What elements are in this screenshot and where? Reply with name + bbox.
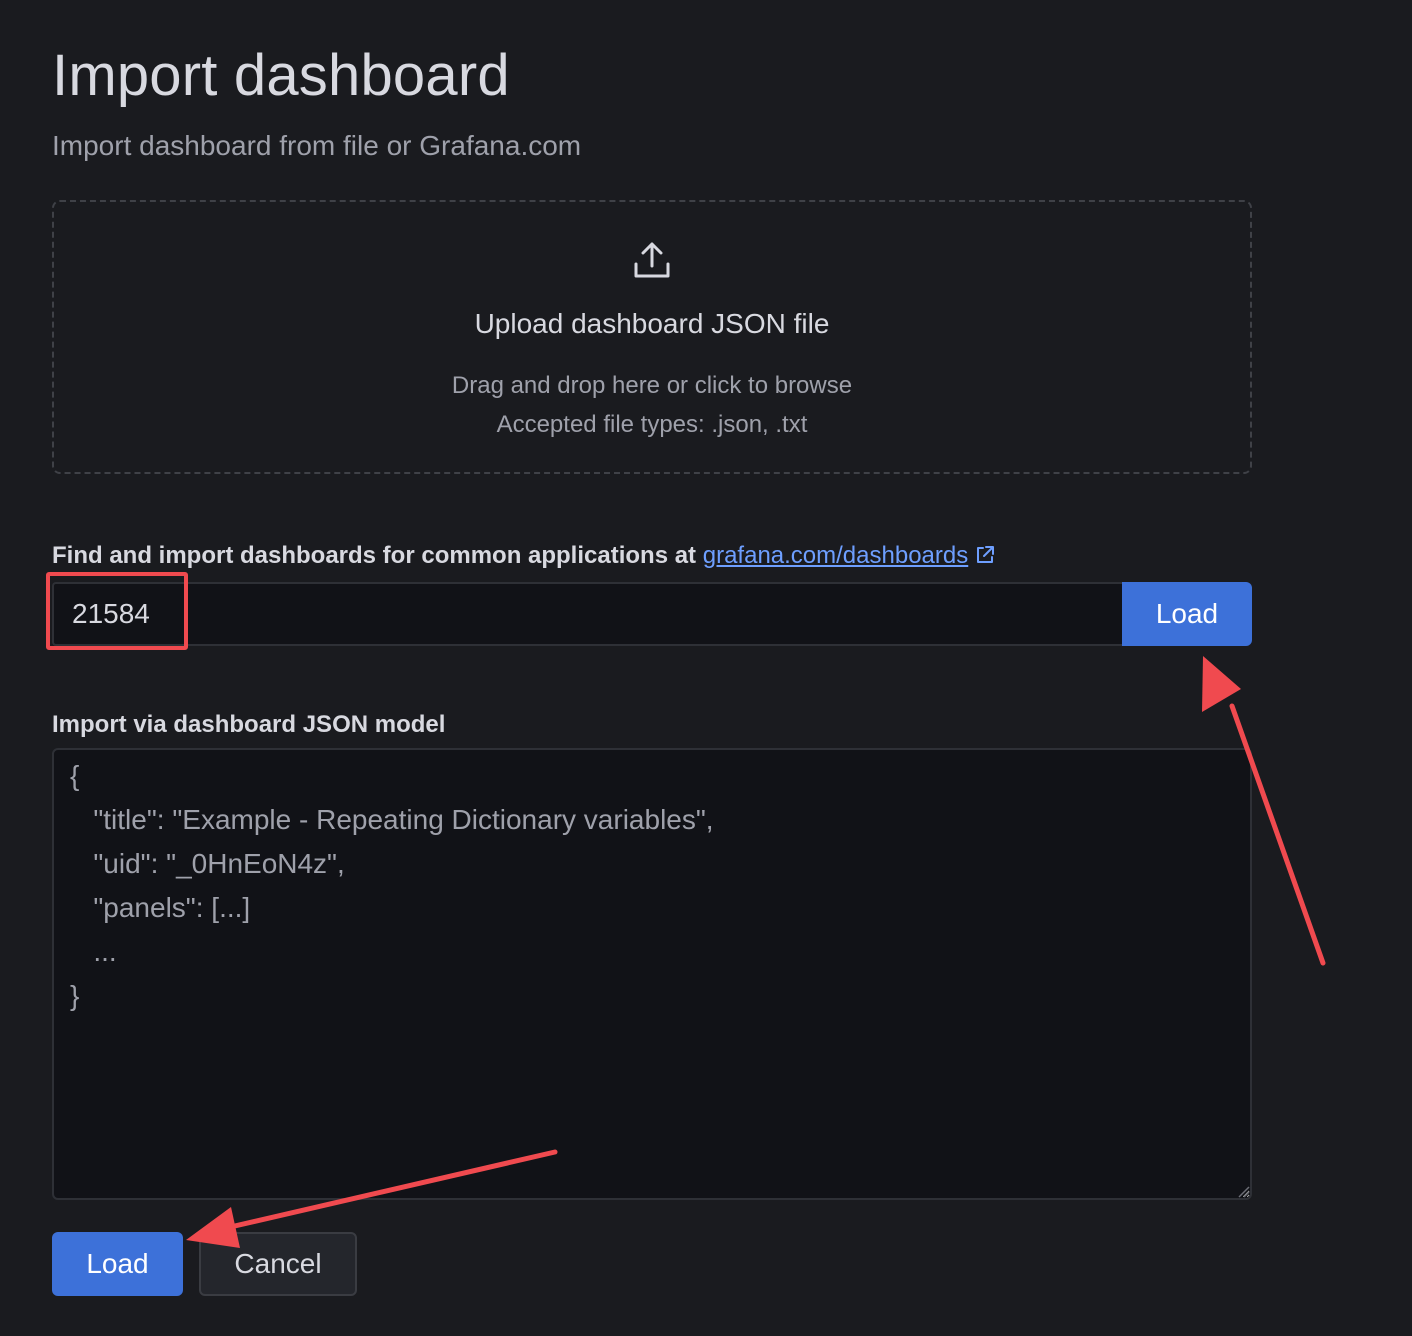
upload-icon	[634, 242, 670, 278]
grafana-id-row: Load	[52, 582, 1252, 646]
cancel-button[interactable]: Cancel	[199, 1232, 357, 1296]
external-link-icon	[977, 546, 995, 563]
load-id-button[interactable]: Load	[1122, 582, 1252, 646]
load-json-button[interactable]: Load	[52, 1232, 183, 1296]
upload-hint: Drag and drop here or click to browse Ac…	[452, 366, 852, 444]
page-subtitle: Import dashboard from file or Grafana.co…	[52, 130, 582, 161]
grafana-dashboards-link-text: grafana.com/dashboards	[702, 542, 969, 569]
upload-hint-file-types: Accepted file types: .json, .txt	[496, 411, 808, 438]
grafana-com-label: Find and import dashboards for common ap…	[52, 540, 996, 572]
page-title: Import dashboard	[52, 43, 510, 108]
import-dashboard-page: Import dashboard Import dashboard from f…	[0, 0, 1412, 1336]
grafana-dashboards-link[interactable]: grafana.com/dashboards	[703, 542, 997, 569]
grafana-com-label-text: Find and import dashboards for common ap…	[52, 542, 697, 569]
resize-handle-icon[interactable]	[1236, 1184, 1250, 1198]
grafana-id-input[interactable]	[52, 582, 1122, 646]
upload-dropzone[interactable]: Upload dashboard JSON file Drag and drop…	[52, 200, 1252, 474]
upload-title: Upload dashboard JSON file	[474, 308, 830, 339]
upload-hint-browse: Drag and drop here or click to browse	[451, 372, 853, 399]
json-model-label: Import via dashboard JSON model	[52, 711, 446, 738]
json-model-textarea[interactable]	[52, 748, 1252, 1200]
